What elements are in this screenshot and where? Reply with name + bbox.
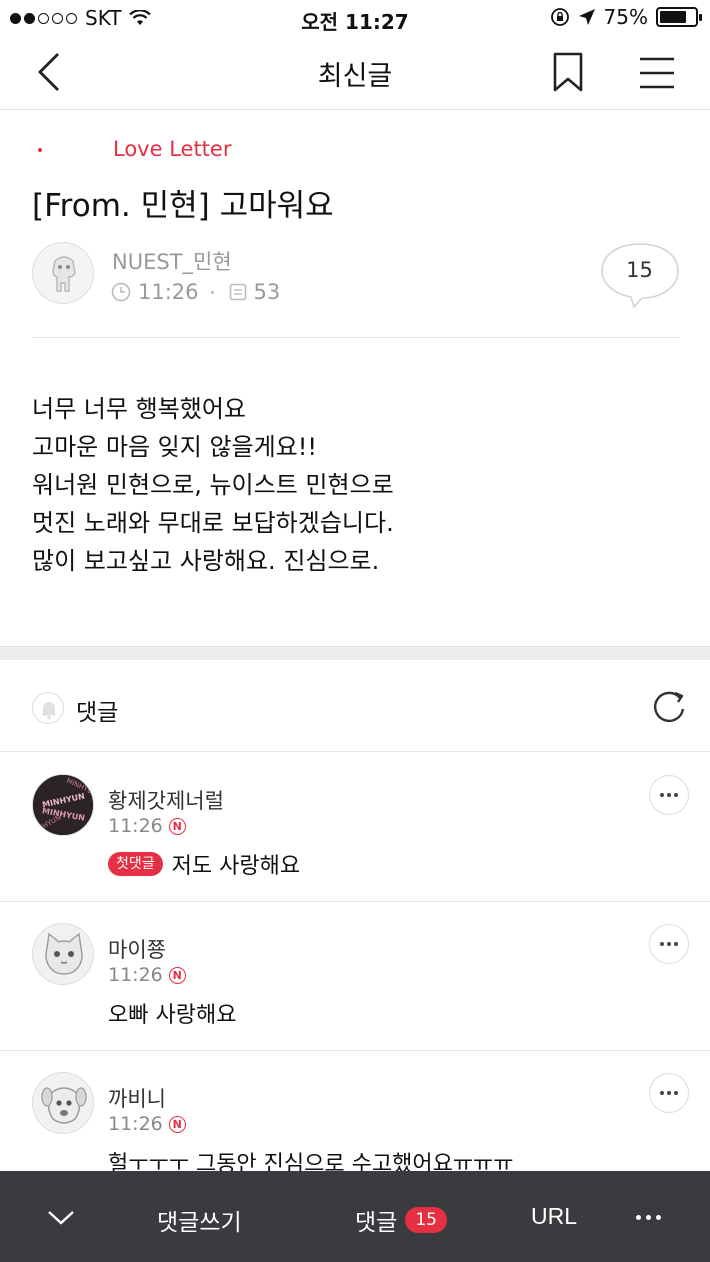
divider [32, 337, 679, 338]
cat-avatar-icon [45, 932, 83, 975]
comment-item: MINHYUN MINHYUN MINHYUN MINHYUN 황제갓제너럴 1… [0, 752, 710, 902]
comment-count[interactable]: 15 [600, 258, 679, 282]
comments-header: 댓글 [0, 660, 710, 752]
menu-icon[interactable] [638, 56, 676, 90]
new-badge: N [168, 1115, 186, 1133]
commenter-name[interactable]: 황제갓제너럴 [108, 785, 224, 815]
bookmark-icon[interactable] [552, 52, 584, 92]
views-icon [229, 283, 246, 301]
bell-icon [41, 702, 57, 720]
page-title: 최신글 [317, 61, 393, 92]
rotation-lock-icon [550, 8, 569, 26]
comments-button[interactable]: 댓글 15 [355, 1203, 447, 1237]
comment-text: 저도 사랑해요 [171, 854, 301, 879]
comment-item: 마이쭁 11:26 N 오빠 사랑해요 [0, 901, 710, 1051]
commenter-avatar[interactable]: MINHYUN MINHYUN MINHYUN MINHYUN [32, 774, 94, 836]
comment-text-row: 첫댓글 저도 사랑해요 [108, 848, 300, 880]
comment-text: 오빠 사랑해요 [108, 1003, 237, 1028]
commenter-name[interactable]: 마이쭁 [108, 934, 166, 964]
post-meta: 11:26 53 [110, 280, 280, 304]
url-button[interactable]: URL [531, 1203, 577, 1230]
more-icon[interactable] [636, 1215, 661, 1220]
section-separator [0, 646, 710, 660]
author-avatar[interactable] [32, 242, 94, 304]
status-right: 75% [550, 5, 702, 29]
comment-more-button[interactable] [649, 924, 689, 964]
comment-meta: 11:26 N [108, 1113, 186, 1135]
comments-title: 댓글 [76, 700, 119, 726]
author-name[interactable]: NUEST_민현 [112, 246, 232, 276]
meta-separator [210, 290, 214, 294]
status-bar: SKT 오전 11:27 75% [0, 0, 710, 36]
category-dot [38, 148, 42, 152]
comment-more-button[interactable] [649, 1073, 689, 1113]
character-avatar-icon [52, 256, 76, 292]
comment-meta: 11:26 N [108, 815, 186, 837]
location-arrow-icon [578, 9, 595, 25]
post-time: 11:26 [138, 280, 199, 304]
category-link[interactable]: Love Letter [113, 137, 231, 161]
first-comment-badge: 첫댓글 [108, 852, 163, 876]
battery-percent: 75% [603, 5, 648, 29]
commenter-avatar[interactable] [32, 1072, 94, 1134]
post-body-line: 멋진 노래와 무대로 보답하겠습니다. [32, 509, 394, 537]
post-body-line: 고마운 마음 잊지 않을게요!! [32, 433, 318, 461]
comments-button-label: 댓글 [355, 1210, 398, 1236]
post-body: 너무 너무 행복했어요 고마운 마음 잊지 않을게요!! 워너원 민현으로, 뉴… [32, 390, 394, 580]
notification-toggle[interactable] [32, 692, 64, 724]
chevron-down-icon[interactable] [46, 1205, 76, 1229]
comment-more-button[interactable] [649, 775, 689, 815]
commenter-name[interactable]: 까비니 [108, 1083, 166, 1113]
nav-bar: 최신글 [0, 36, 710, 110]
dog-avatar-icon [41, 1087, 87, 1124]
post-views: 53 [253, 280, 281, 304]
battery-level-fill [660, 11, 686, 23]
comment-text-row: 오빠 사랑해요 [108, 997, 236, 1029]
refresh-icon[interactable] [650, 688, 688, 726]
comment-meta: 11:26 N [108, 964, 186, 986]
commenter-avatar[interactable] [32, 923, 94, 985]
battery-icon [656, 7, 702, 27]
comment-time: 11:26 [108, 815, 163, 837]
comment-time: 11:26 [108, 964, 163, 986]
new-badge: N [168, 966, 186, 984]
post-body-line: 너무 너무 행복했어요 [32, 395, 246, 423]
clock-icon [111, 282, 131, 302]
comments-count-badge: 15 [405, 1207, 447, 1233]
photo-avatar-icon: MINHYUN MINHYUN MINHYUN MINHYUN [33, 775, 93, 835]
comment-time: 11:26 [108, 1113, 163, 1135]
post-title: [From. 민현] 고마워요 [32, 188, 334, 224]
write-comment-button[interactable]: 댓글쓰기 [157, 1203, 242, 1237]
post-body-line: 워너원 민현으로, 뉴이스트 민현으로 [32, 471, 394, 499]
post-body-line: 많이 보고싶고 사랑해요. 진심으로. [32, 547, 380, 575]
bottom-toolbar: 댓글쓰기 댓글 15 URL [0, 1171, 710, 1262]
new-badge: N [168, 817, 186, 835]
